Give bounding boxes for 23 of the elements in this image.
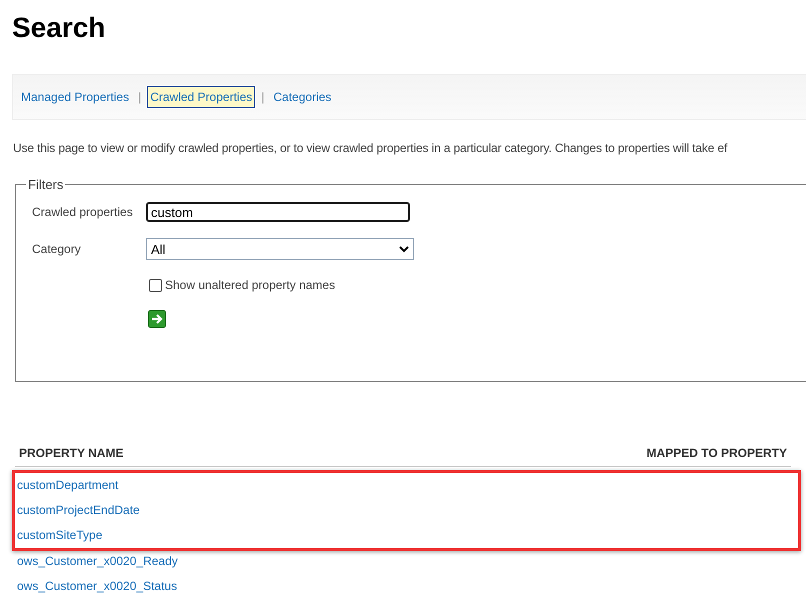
- category-dropdown[interactable]: All: [146, 238, 414, 260]
- nav-link[interactable]: Managed Properties: [18, 86, 132, 108]
- property-link[interactable]: ows_Customer_x0020_Status: [15, 574, 180, 599]
- nav-link[interactable]: Categories: [270, 86, 334, 108]
- property-link[interactable]: customSiteType: [15, 523, 104, 548]
- field-label: Category: [32, 242, 82, 256]
- checkbox[interactable]: [149, 278, 162, 292]
- column-header: MAPPED TO PROPERTY: [349, 442, 791, 466]
- arrow-right-icon[interactable]: [148, 310, 166, 328]
- checkbox-label: Show unaltered property names: [165, 278, 336, 292]
- property-link[interactable]: customDepartment: [15, 473, 120, 498]
- column-header: PROPERTY NAME: [15, 442, 350, 466]
- nav-link[interactable]: Crawled Properties: [147, 86, 256, 108]
- page-title: Search: [11, 11, 106, 45]
- description-text: Use this page to view or modify crawled properties, or to view crawled properties in a particular category. Changes to properties will take ef: [13, 141, 728, 155]
- separator: |: [138, 90, 142, 104]
- separator: |: [261, 90, 264, 104]
- filters-legend: Filters: [26, 177, 66, 192]
- field-label: Crawled properties: [32, 205, 134, 219]
- chevron-down-icon: [399, 246, 409, 252]
- property-link[interactable]: customProjectEndDate: [15, 498, 142, 523]
- property-link[interactable]: ows_Customer_x0020_Ready: [15, 549, 180, 574]
- crawled-properties-field[interactable]: custom: [146, 202, 410, 222]
